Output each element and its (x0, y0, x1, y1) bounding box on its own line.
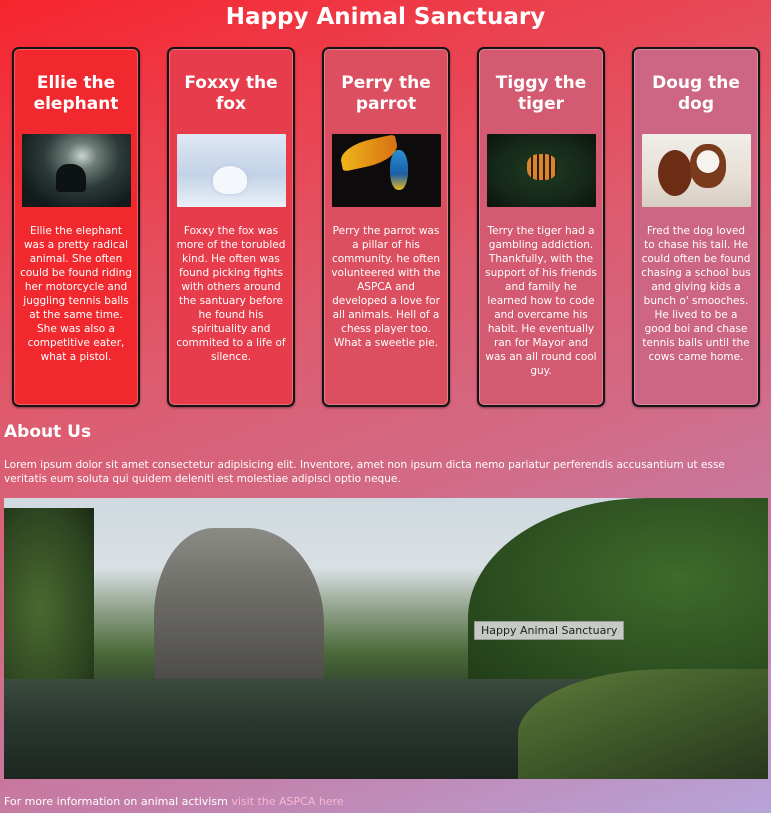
card-title: Tiggy the tiger (495, 73, 587, 114)
landscape-image (4, 498, 768, 779)
elephant-image (21, 134, 131, 207)
card-description: Foxxy the fox was more of the torubled k… (176, 225, 286, 363)
footer-text: For more information on animal activism (4, 795, 232, 808)
card-description: Fred the dog loved to chase his tail. He… (641, 225, 751, 363)
about-paragraph: Lorem ipsum dolor sit amet consectetur a… (4, 459, 725, 485)
card-description: Ellie the elephant was a pretty radical … (20, 225, 132, 363)
card-title: Perry the parrot (341, 73, 431, 114)
rock-formation (154, 528, 324, 688)
animal-cards: Ellie the elephant Ellie the elephant wa… (12, 47, 760, 407)
fox-image (176, 134, 286, 207)
trees-left (4, 508, 94, 708)
footer: For more information on animal activism … (4, 795, 344, 808)
animal-card-foxxy: Foxxy the fox Foxxy the fox was more of … (167, 47, 295, 407)
card-title: Doug the dog (652, 73, 740, 114)
page-title: Happy Animal Sanctuary (225, 4, 546, 30)
aspca-link[interactable]: visit the ASPCA here (231, 795, 343, 808)
trees-right (468, 498, 768, 698)
animal-card-doug: Doug the dog Fred the dog loved to chase… (632, 47, 760, 407)
animal-card-ellie: Ellie the elephant Ellie the elephant wa… (12, 47, 140, 407)
card-title: Foxxy the fox (184, 73, 278, 114)
animal-card-tiggy: Tiggy the tiger Terry the tiger had a ga… (477, 47, 605, 407)
card-title: Ellie the elephant (33, 73, 119, 114)
tiger-image (486, 134, 596, 207)
image-tooltip: Happy Animal Sanctuary (474, 621, 625, 640)
dog-image (641, 134, 751, 207)
about-heading: About Us (4, 422, 92, 442)
card-description: Perry the parrot was a pillar of his com… (331, 225, 441, 349)
card-description: Terry the tiger had a gambling addiction… (485, 225, 597, 377)
animal-card-perry: Perry the parrot Perry the parrot was a … (322, 47, 450, 407)
parrot-image (331, 134, 441, 207)
